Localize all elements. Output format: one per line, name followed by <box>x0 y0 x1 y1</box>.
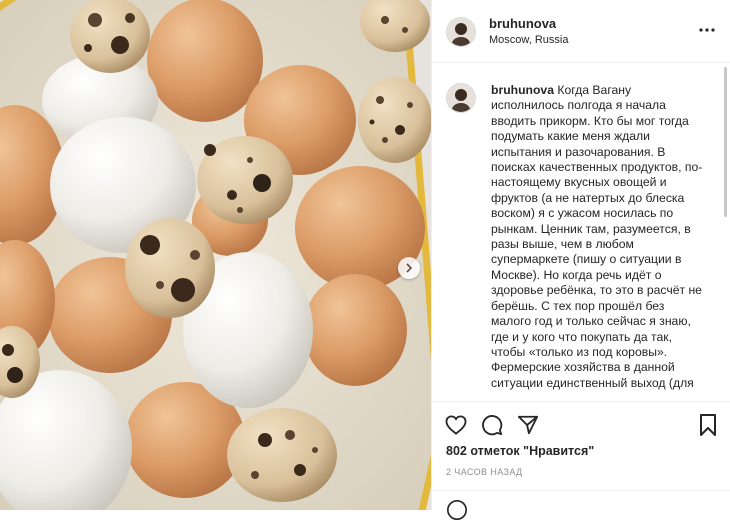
likes-number: 802 <box>446 444 467 458</box>
comment-button[interactable] <box>480 413 504 437</box>
comment-icon <box>482 415 503 436</box>
share-button[interactable] <box>516 413 540 437</box>
likes-count[interactable]: 802 отметок "Нравится" <box>446 444 594 458</box>
eggs-photo <box>0 0 431 510</box>
more-icon <box>699 28 715 32</box>
post-header: bruhunova Moscow, Russia <box>432 0 730 63</box>
avatar[interactable] <box>446 83 476 113</box>
save-button[interactable] <box>696 413 720 437</box>
post-sidebar: bruhunova Moscow, Russia bruhunova Когда… <box>431 0 730 520</box>
caption-text: Когда Вагану исполнилось полгода я начал… <box>491 83 703 390</box>
post-location[interactable]: Moscow, Russia <box>489 34 568 46</box>
more-options-button[interactable] <box>697 22 717 38</box>
next-image-button[interactable] <box>398 257 420 279</box>
post-image[interactable] <box>0 0 431 510</box>
caption-username[interactable]: bruhunova <box>491 83 554 97</box>
post-actions: 802 отметок "Нравится" 2 ЧАСОВ НАЗАД <box>432 401 730 520</box>
chevron-right-icon <box>406 263 413 273</box>
avatar[interactable] <box>446 17 476 47</box>
add-comment-row <box>432 490 730 520</box>
bookmark-icon <box>700 414 716 436</box>
comments-section[interactable]: bruhunova Когда Вагану исполнилось полго… <box>432 63 730 400</box>
post-username[interactable]: bruhunova <box>489 16 556 31</box>
heart-icon <box>445 415 467 435</box>
scrollbar[interactable] <box>724 67 727 217</box>
emoji-icon[interactable] <box>446 499 468 521</box>
post-caption: bruhunova Когда Вагану исполнилось полго… <box>491 83 706 391</box>
likes-label: отметок "Нравится" <box>470 444 595 458</box>
like-button[interactable] <box>444 413 468 437</box>
avatar-image <box>447 18 475 46</box>
post-timestamp[interactable]: 2 ЧАСОВ НАЗАД <box>446 467 523 477</box>
avatar-image <box>447 84 475 112</box>
share-icon <box>517 415 539 435</box>
